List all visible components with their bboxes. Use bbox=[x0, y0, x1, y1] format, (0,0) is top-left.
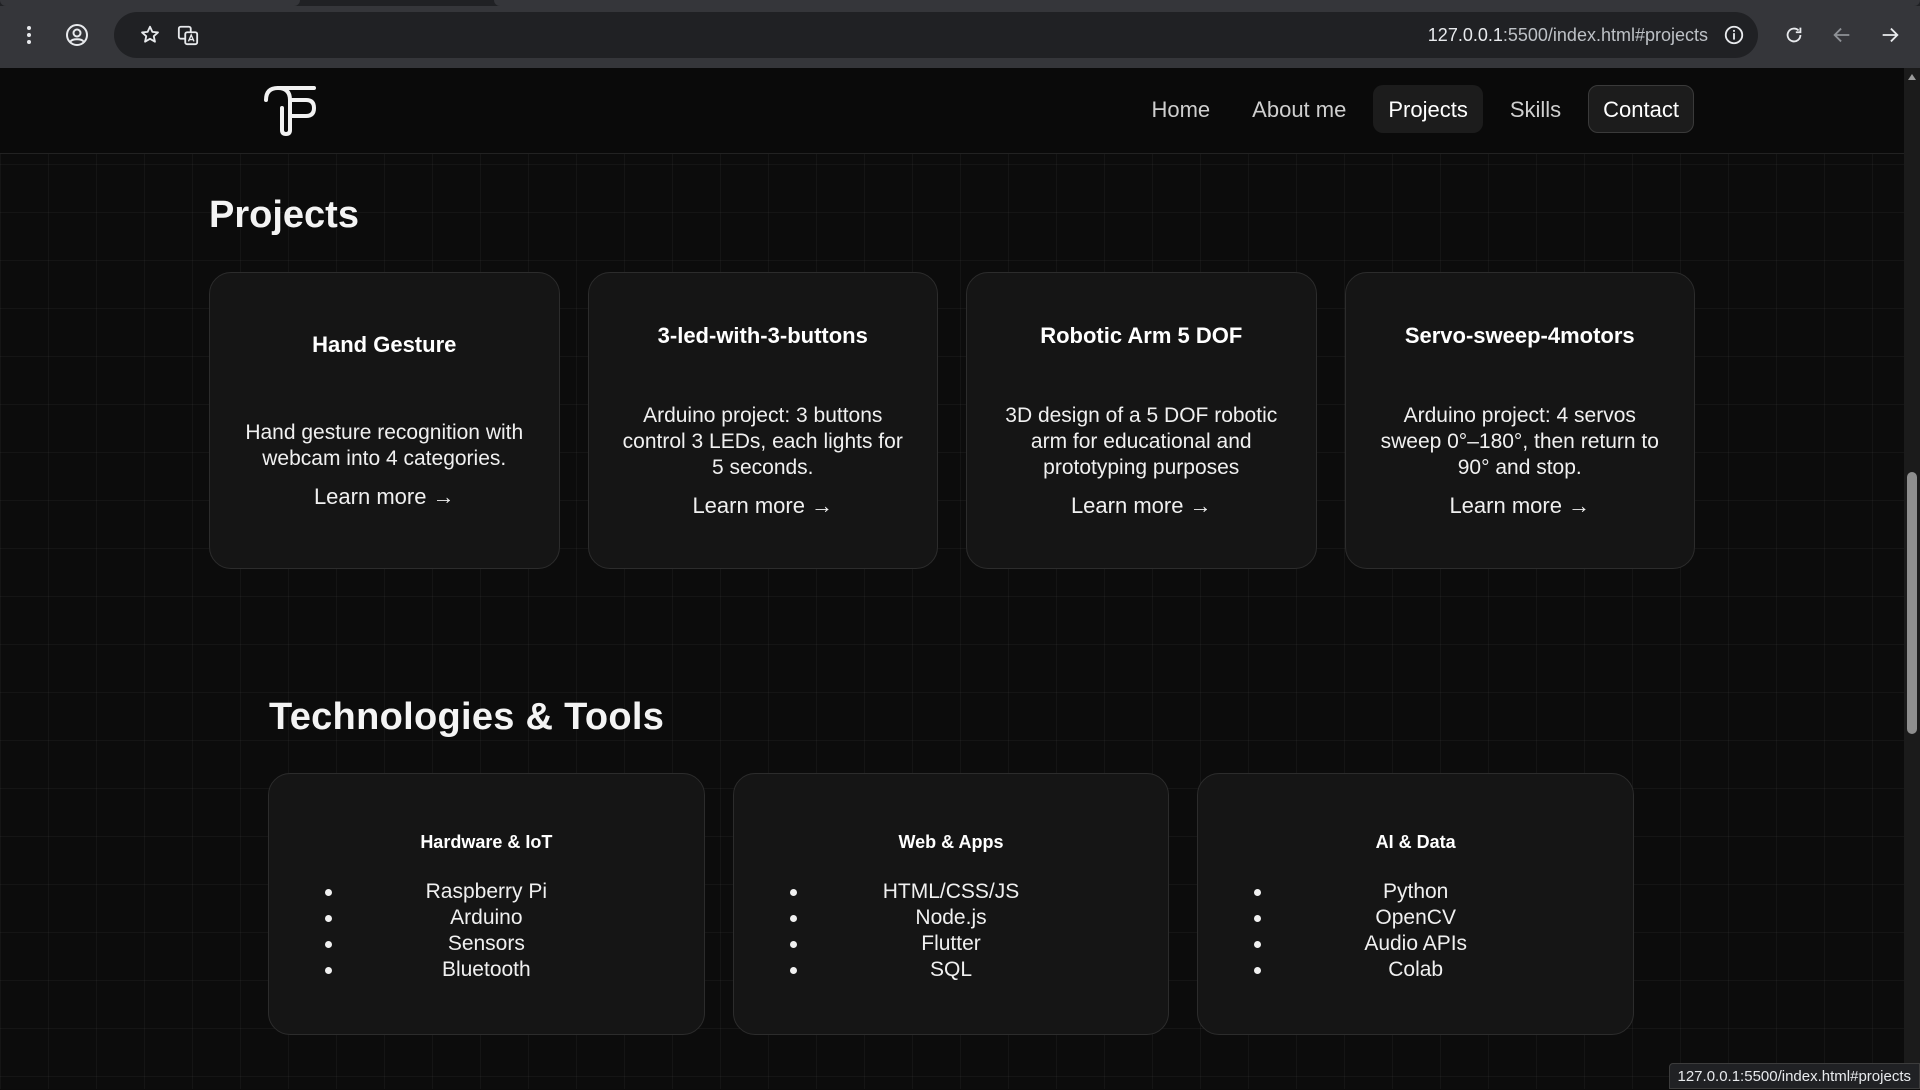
logo-mark-icon bbox=[262, 82, 318, 138]
menu-dots-icon[interactable] bbox=[11, 17, 47, 53]
tech-card-title: Web & Apps bbox=[734, 832, 1169, 853]
project-title: Servo-sweep-4motors bbox=[1405, 323, 1635, 349]
tech-card-title: AI & Data bbox=[1198, 832, 1633, 853]
tab-edge[interactable] bbox=[0, 0, 300, 6]
tech-card-hardware: Hardware & IoT Raspberry Pi Arduino Sens… bbox=[268, 773, 705, 1035]
profile-icon[interactable] bbox=[59, 17, 95, 53]
tab-strip bbox=[0, 0, 1920, 6]
project-card-servo-sweep: Servo-sweep-4motors Arduino project: 4 s… bbox=[1345, 272, 1696, 569]
project-card-robotic-arm: Robotic Arm 5 DOF 3D design of a 5 DOF r… bbox=[966, 272, 1317, 569]
site-header: Home About me Projects Skills Contact bbox=[0, 68, 1904, 154]
address-bar[interactable]: 127.0.0.1:5500/index.html#projects bbox=[114, 12, 1758, 58]
back-arrow-icon[interactable] bbox=[1824, 17, 1860, 53]
list-item: Arduino bbox=[329, 905, 644, 931]
scroll-up-arrow-icon[interactable] bbox=[1908, 74, 1916, 80]
page-content: Home About me Projects Skills Contact Pr… bbox=[0, 68, 1904, 1089]
technologies-grid: Hardware & IoT Raspberry Pi Arduino Sens… bbox=[268, 773, 1634, 1035]
tech-list: HTML/CSS/JS Node.js Flutter SQL bbox=[734, 879, 1169, 983]
learn-more-link[interactable]: Learn more → bbox=[314, 484, 455, 510]
reload-icon[interactable] bbox=[1776, 17, 1812, 53]
nav-home[interactable]: Home bbox=[1136, 85, 1225, 133]
scrollbar-thumb[interactable] bbox=[1907, 472, 1917, 734]
project-title: Robotic Arm 5 DOF bbox=[1040, 323, 1242, 349]
tech-card-ai: AI & Data Python OpenCV Audio APIs Colab bbox=[1197, 773, 1634, 1035]
project-card-hand-gesture: Hand Gesture Hand gesture recognition wi… bbox=[209, 272, 560, 569]
url-text[interactable]: 127.0.0.1:5500/index.html#projects bbox=[1428, 12, 1708, 58]
forward-arrow-icon[interactable] bbox=[1872, 17, 1908, 53]
link-preview-status: 127.0.0.1:5500/index.html#projects bbox=[1669, 1063, 1920, 1089]
nav-about-me[interactable]: About me bbox=[1237, 85, 1361, 133]
tech-card-web: Web & Apps HTML/CSS/JS Node.js Flutter S… bbox=[733, 773, 1170, 1035]
learn-more-link[interactable]: Learn more → bbox=[1449, 493, 1590, 519]
technologies-heading: Technologies & Tools bbox=[269, 696, 664, 739]
tech-list: Raspberry Pi Arduino Sensors Bluetooth bbox=[269, 879, 704, 983]
list-item: Audio APIs bbox=[1258, 931, 1573, 957]
learn-more-link[interactable]: Learn more → bbox=[692, 493, 833, 519]
list-item: Colab bbox=[1258, 957, 1573, 983]
project-description: 3D design of a 5 DOF robotic arm for edu… bbox=[993, 403, 1290, 481]
tech-list: Python OpenCV Audio APIs Colab bbox=[1198, 879, 1633, 983]
site-info-icon[interactable] bbox=[1716, 17, 1752, 53]
nav-skills[interactable]: Skills bbox=[1495, 85, 1576, 133]
project-card-3-led: 3-led-with-3-buttons Arduino project: 3 … bbox=[588, 272, 939, 569]
project-title: Hand Gesture bbox=[312, 332, 456, 358]
project-description: Hand gesture recognition with webcam int… bbox=[236, 420, 533, 472]
list-item: SQL bbox=[794, 957, 1109, 983]
project-description: Arduino project: 4 servos sweep 0°–180°,… bbox=[1372, 403, 1669, 481]
tab-edge[interactable] bbox=[494, 0, 1920, 6]
list-item: Flutter bbox=[794, 931, 1109, 957]
learn-more-link[interactable]: Learn more → bbox=[1071, 493, 1212, 519]
list-item: Raspberry Pi bbox=[329, 879, 644, 905]
site-logo[interactable] bbox=[262, 82, 318, 138]
project-description: Arduino project: 3 buttons control 3 LED… bbox=[615, 403, 912, 481]
nav-contact-button[interactable]: Contact bbox=[1588, 85, 1694, 133]
browser-toolbar: 127.0.0.1:5500/index.html#projects bbox=[0, 0, 1920, 68]
nav-projects[interactable]: Projects bbox=[1373, 85, 1482, 133]
project-title: 3-led-with-3-buttons bbox=[658, 323, 868, 349]
projects-heading: Projects bbox=[209, 194, 359, 237]
list-item: Sensors bbox=[329, 931, 644, 957]
list-item: Python bbox=[1258, 879, 1573, 905]
main-nav: Home About me Projects Skills Contact bbox=[1136, 85, 1694, 133]
bookmark-star-icon[interactable] bbox=[132, 17, 168, 53]
list-item: HTML/CSS/JS bbox=[794, 879, 1109, 905]
page-scrollbar[interactable] bbox=[1904, 68, 1920, 1089]
projects-grid: Hand Gesture Hand gesture recognition wi… bbox=[209, 272, 1695, 569]
list-item: OpenCV bbox=[1258, 905, 1573, 931]
translate-icon[interactable] bbox=[170, 17, 206, 53]
list-item: Node.js bbox=[794, 905, 1109, 931]
tech-card-title: Hardware & IoT bbox=[269, 832, 704, 853]
list-item: Bluetooth bbox=[329, 957, 644, 983]
